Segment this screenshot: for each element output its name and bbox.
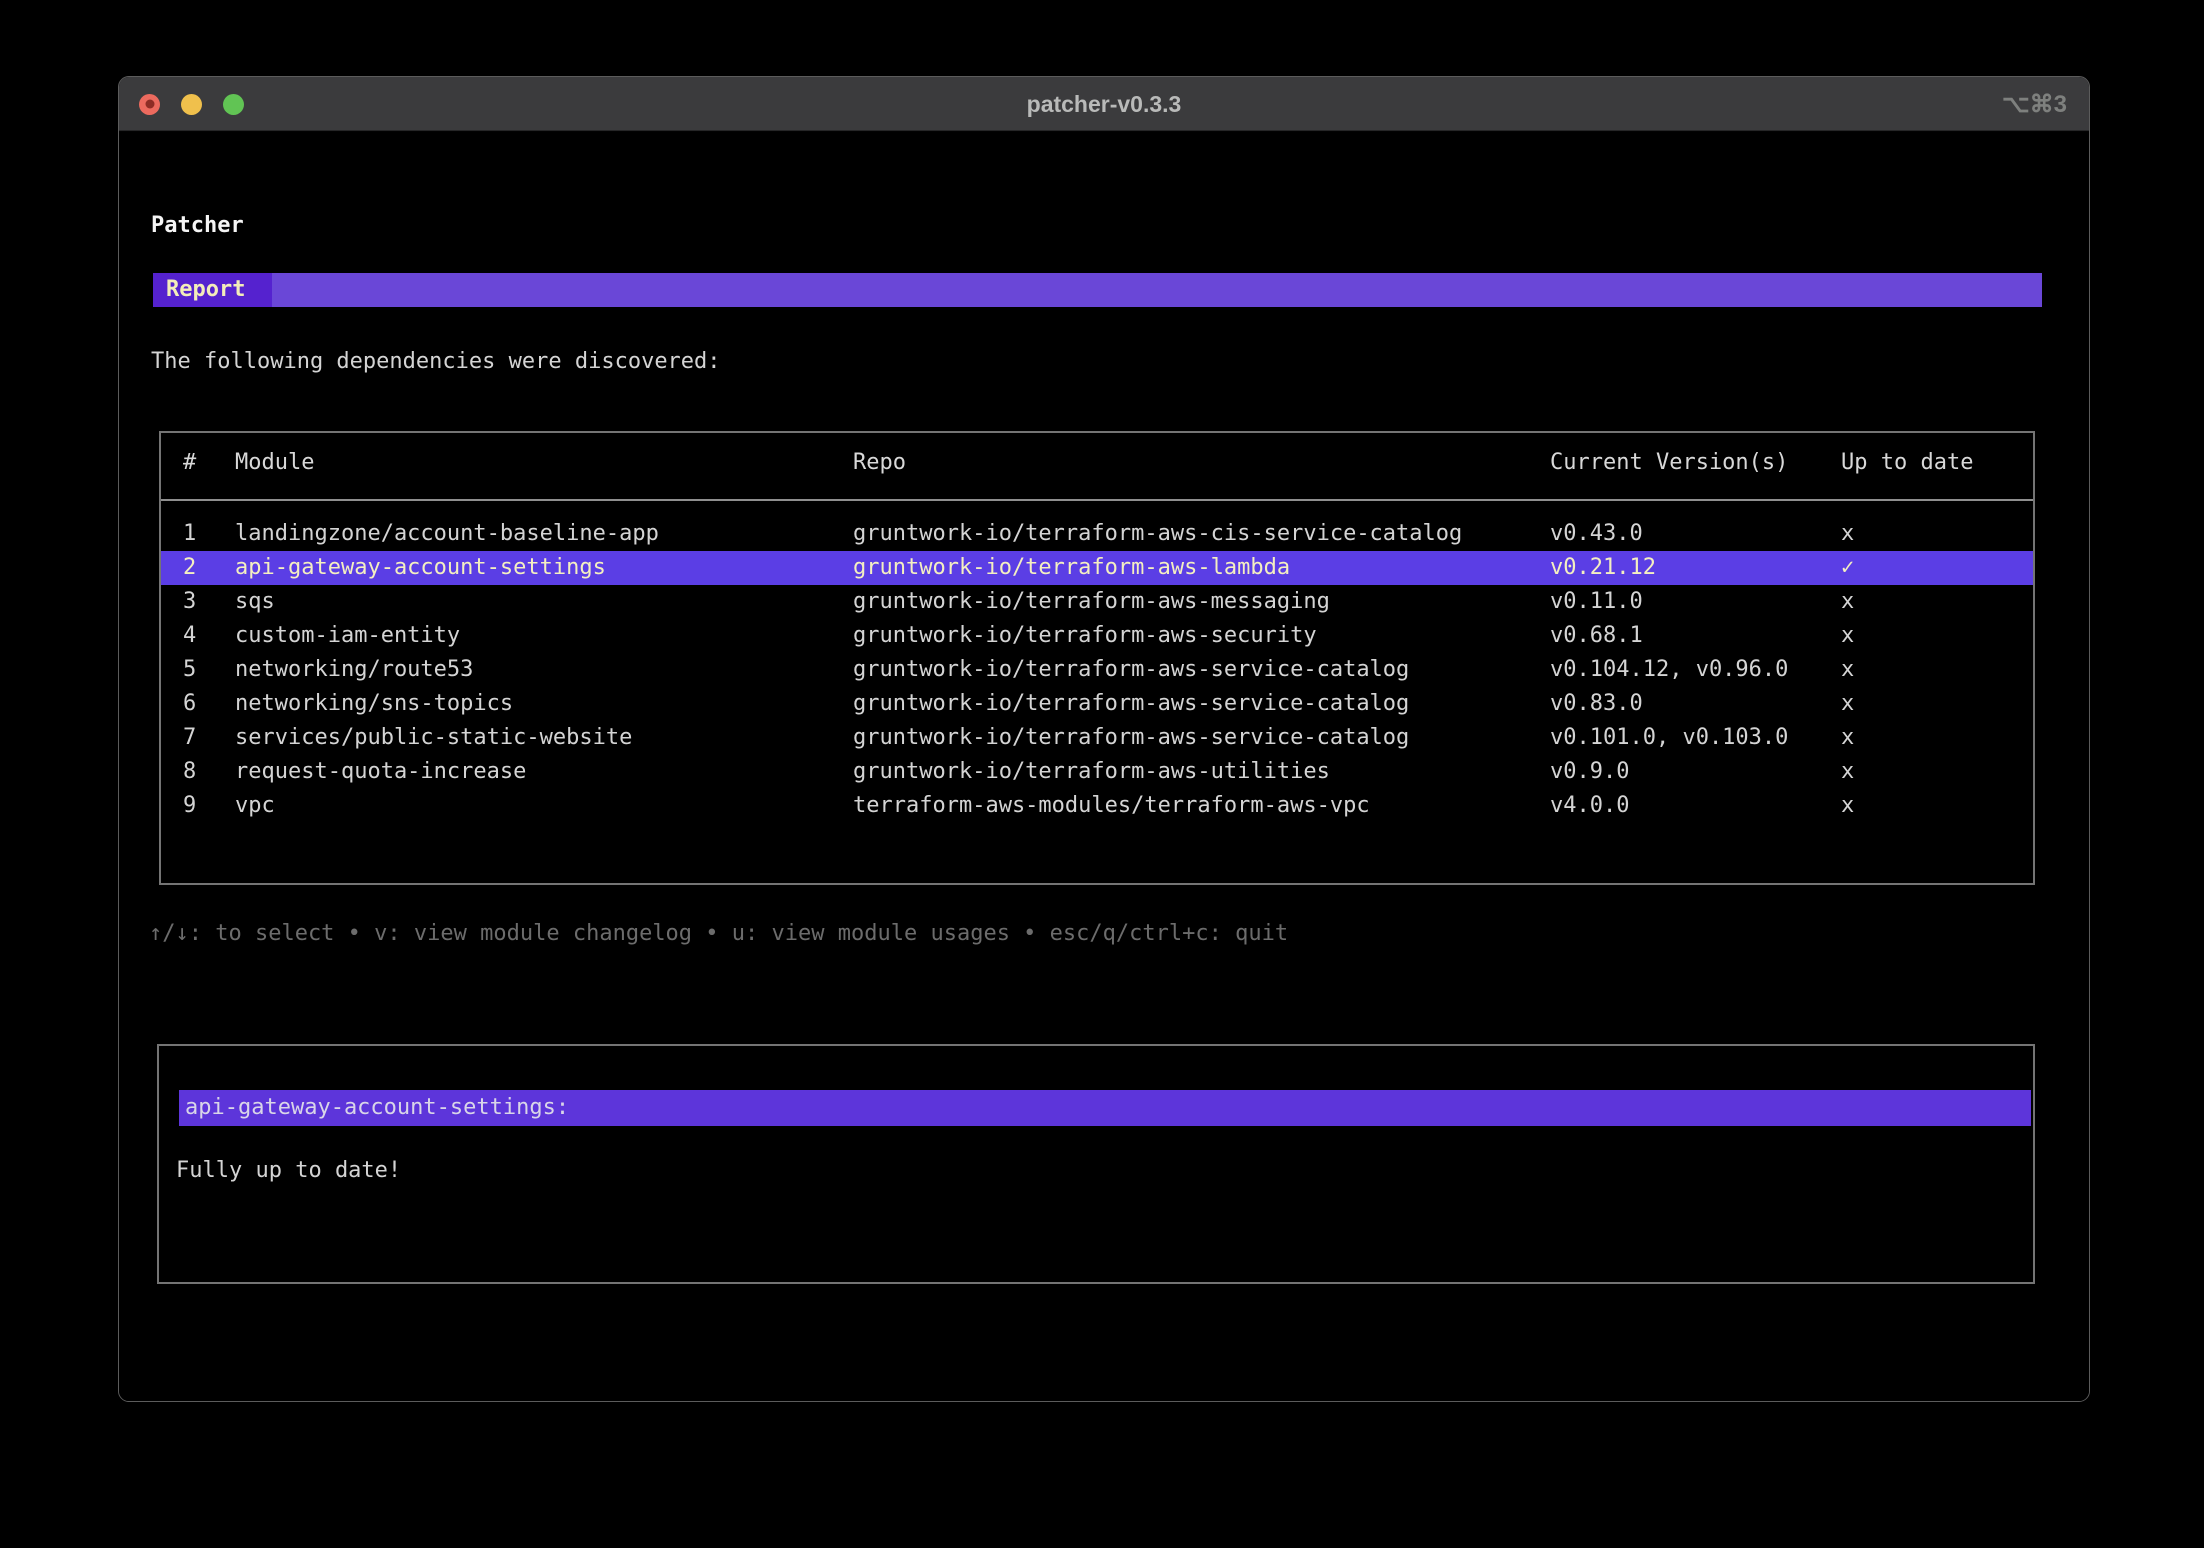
row-number: 5 [183,657,197,682]
row-up-to-date: x [1841,793,1855,818]
row-repo: gruntwork-io/terraform-aws-lambda [853,555,1291,580]
row-versions: v0.21.12 [1550,555,1656,580]
screen: patcher-v0.3.3 ⌥⌘3 Patcher Report The fo… [0,0,2204,1548]
row-module: landingzone/account-baseline-app [235,521,659,546]
detail-status-text: Fully up to date! [176,1158,402,1183]
dependencies-table: # Module Repo Current Version(s) Up to d… [159,431,2035,885]
row-repo: gruntwork-io/terraform-aws-service-catal… [853,725,1410,750]
module-detail-panel: api-gateway-account-settings: Fully up t… [157,1044,2035,1284]
row-repo: gruntwork-io/terraform-aws-service-catal… [853,691,1410,716]
app-heading: Patcher [151,213,244,238]
row-repo: gruntwork-io/terraform-aws-messaging [853,589,1330,614]
column-header-num: # [183,450,197,475]
row-repo: terraform-aws-modules/terraform-aws-vpc [853,793,1370,818]
row-versions: v4.0.0 [1550,793,1630,818]
table-row[interactable]: 7 services/public-static-website gruntwo… [161,721,2033,755]
row-up-to-date: x [1841,725,1855,750]
terminal-window: patcher-v0.3.3 ⌥⌘3 Patcher Report The fo… [118,76,2090,1402]
window-shortcut-label: ⌥⌘3 [2001,91,2067,118]
row-number: 9 [183,793,197,818]
row-versions: v0.104.12, v0.96.0 [1550,657,1789,682]
row-repo: gruntwork-io/terraform-aws-security [853,623,1317,648]
row-versions: v0.68.1 [1550,623,1643,648]
row-number: 1 [183,521,197,546]
row-up-to-date: ✓ [1841,555,1855,580]
table-row[interactable]: 2 api-gateway-account-settings gruntwork… [161,551,2033,585]
row-repo: gruntwork-io/terraform-aws-service-catal… [853,657,1410,682]
table-row[interactable]: 6 networking/sns-topics gruntwork-io/ter… [161,687,2033,721]
row-up-to-date: x [1841,589,1855,614]
tab-report[interactable]: Report [153,273,273,307]
table-row[interactable]: 8 request-quota-increase gruntwork-io/te… [161,755,2033,789]
row-up-to-date: x [1841,691,1855,716]
row-versions: v0.43.0 [1550,521,1643,546]
row-module: vpc [235,793,275,818]
table-rows: 1 landingzone/account-baseline-app grunt… [161,517,2033,823]
row-module: sqs [235,589,275,614]
row-number: 6 [183,691,197,716]
intro-text: The following dependencies were discover… [151,349,721,374]
row-repo: gruntwork-io/terraform-aws-utilities [853,759,1330,784]
row-module: custom-iam-entity [235,623,461,648]
row-number: 3 [183,589,197,614]
column-header-up-to-date: Up to date [1841,450,1974,475]
terminal-content: Patcher Report The following dependencie… [119,132,2089,1401]
row-versions: v0.9.0 [1550,759,1630,784]
table-row[interactable]: 4 custom-iam-entity gruntwork-io/terrafo… [161,619,2033,653]
row-versions: v0.11.0 [1550,589,1643,614]
row-versions: v0.101.0, v0.103.0 [1550,725,1789,750]
column-header-versions: Current Version(s) [1550,450,1789,475]
row-number: 8 [183,759,197,784]
table-header-row: # Module Repo Current Version(s) Up to d… [161,446,2033,480]
row-repo: gruntwork-io/terraform-aws-cis-service-c… [853,521,1463,546]
table-row[interactable]: 3 sqs gruntwork-io/terraform-aws-messagi… [161,585,2033,619]
header-separator [161,499,2033,501]
window-title: patcher-v0.3.3 [1026,91,1182,117]
table-row[interactable]: 1 landingzone/account-baseline-app grunt… [161,517,2033,551]
row-up-to-date: x [1841,623,1855,648]
window-titlebar[interactable]: patcher-v0.3.3 ⌥⌘3 [119,77,2089,131]
row-versions: v0.83.0 [1550,691,1643,716]
row-module: request-quota-increase [235,759,527,784]
row-module: services/public-static-website [235,725,633,750]
table-row[interactable]: 5 networking/route53 gruntwork-io/terraf… [161,653,2033,687]
row-module: networking/sns-topics [235,691,514,716]
row-up-to-date: x [1841,521,1855,546]
row-module: networking/route53 [235,657,474,682]
row-number: 2 [183,555,197,580]
keyboard-hints: ↑/↓: to select • v: view module changelo… [149,921,1289,946]
row-up-to-date: x [1841,759,1855,784]
row-up-to-date: x [1841,657,1855,682]
detail-header-bar: api-gateway-account-settings: [179,1090,2031,1126]
column-header-repo: Repo [853,450,906,475]
row-number: 4 [183,623,197,648]
row-module: api-gateway-account-settings [235,555,606,580]
report-tab-bar: Report [153,273,2042,307]
column-header-module: Module [235,450,315,475]
row-number: 7 [183,725,197,750]
table-row[interactable]: 9 vpc terraform-aws-modules/terraform-aw… [161,789,2033,823]
